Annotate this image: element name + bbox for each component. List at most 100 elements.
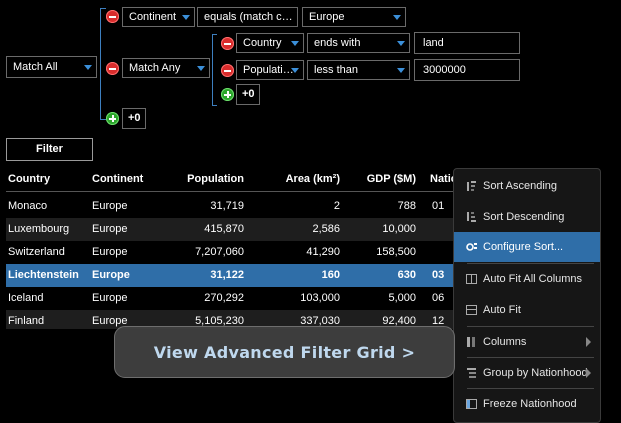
add-criterion-icon[interactable]: [106, 112, 119, 125]
menu-item-auto-fit[interactable]: Auto Fit: [454, 295, 600, 325]
table-row[interactable]: Luxembourg Europe 415,870 2,586 10,000: [6, 218, 461, 241]
remove-criterion-icon[interactable]: [106, 10, 119, 23]
table-row[interactable]: Switzerland Europe 7,207,060 41,290 158,…: [6, 241, 461, 264]
continent-operator-select[interactable]: equals (match c…: [197, 7, 298, 27]
cell-nationhood: 03: [432, 269, 445, 281]
menu-item-sort-ascending[interactable]: Sort Ascending: [454, 171, 600, 201]
chevron-down-icon: [84, 65, 92, 70]
population-value-input[interactable]: 3000000: [414, 59, 520, 81]
group-operator-value: Match Any: [129, 62, 181, 74]
remove-criterion-icon[interactable]: [221, 64, 234, 77]
root-operator-select[interactable]: Match All: [6, 56, 97, 78]
sort-ascending-icon: [467, 181, 476, 191]
menu-item-label: Sort Ascending: [483, 180, 557, 192]
remove-group-icon[interactable]: [106, 62, 119, 75]
advanced-filter-overlay[interactable]: View Advanced Filter Grid >: [114, 326, 455, 378]
menu-item-sort-descending[interactable]: Sort Descending: [454, 202, 600, 232]
group-operator-select[interactable]: Match Any: [122, 58, 210, 78]
menu-item-label: Auto Fit: [483, 304, 521, 316]
chevron-down-icon: [291, 68, 299, 73]
menu-item-group-by[interactable]: Group by Nationhood: [454, 358, 600, 388]
menu-item-configure-sort[interactable]: Configure Sort...: [454, 232, 600, 262]
root-add-count[interactable]: +0: [122, 108, 146, 129]
field-value: Country: [243, 37, 282, 49]
cell-nationhood: 01: [432, 200, 445, 212]
chevron-down-icon: [197, 66, 205, 71]
column-header-population[interactable]: Population: [156, 168, 244, 191]
cell-area: 160: [321, 269, 340, 281]
cell-gdp: 158,500: [376, 246, 416, 258]
filter-button[interactable]: Filter: [6, 138, 93, 161]
auto-fit-all-icon: [466, 274, 477, 284]
country-operator-select[interactable]: ends with: [307, 33, 410, 53]
freeze-icon: [466, 399, 477, 409]
cell-country: Monaco: [8, 200, 48, 212]
input-value: 3000000: [423, 64, 466, 76]
sort-descending-icon: [467, 212, 476, 222]
table-row[interactable]: Iceland Europe 270,292 103,000 5,000 06: [6, 287, 461, 310]
cell-continent: Europe: [92, 200, 128, 212]
cell-continent: Europe: [92, 269, 130, 281]
country-value-input[interactable]: land: [414, 32, 520, 54]
menu-item-label: Auto Fit All Columns: [483, 273, 583, 285]
chevron-down-icon: [291, 41, 299, 46]
chevron-down-icon: [393, 15, 401, 20]
cell-gdp: 5,000: [388, 292, 416, 304]
value-text: Europe: [309, 11, 345, 23]
group-bracket-bottom: [212, 105, 217, 106]
cell-gdp: 630: [397, 269, 416, 281]
field-value: Continent: [129, 11, 177, 23]
cell-nationhood: 06: [432, 292, 445, 304]
menu-item-freeze[interactable]: Freeze Nationhood: [454, 389, 600, 419]
chevron-down-icon: [182, 15, 190, 20]
input-value: land: [423, 37, 444, 49]
menu-item-label: Columns: [483, 336, 527, 348]
menu-item-columns[interactable]: Columns: [454, 327, 600, 357]
operator-value: ends with: [314, 37, 361, 49]
cell-population: 270,292: [204, 292, 244, 304]
continent-field-select[interactable]: Continent: [122, 7, 195, 27]
table-row[interactable]: Monaco Europe 31,719 2 788 01: [6, 195, 461, 218]
remove-criterion-icon[interactable]: [221, 37, 234, 50]
cell-area: 2,586: [312, 223, 340, 235]
column-header-country[interactable]: Country: [8, 168, 50, 191]
cell-continent: Europe: [92, 223, 128, 235]
header-divider: [6, 191, 461, 192]
root-bracket-top: [100, 8, 106, 9]
column-header-gdp[interactable]: GDP ($M): [346, 168, 416, 191]
cell-gdp: 788: [397, 200, 416, 212]
cell-country: Switzerland: [8, 246, 65, 258]
chevron-right-icon: [586, 368, 591, 378]
column-context-menu: Sort Ascending Sort Descending Configure…: [453, 168, 601, 423]
menu-item-auto-fit-all[interactable]: Auto Fit All Columns: [454, 264, 600, 294]
add-criterion-icon[interactable]: [221, 88, 234, 101]
country-field-select[interactable]: Country: [236, 33, 304, 53]
continent-value-select[interactable]: Europe: [302, 7, 406, 27]
cell-population: 415,870: [204, 223, 244, 235]
operator-value: less than: [314, 64, 359, 76]
field-value: Populati…: [243, 64, 294, 76]
cell-gdp: 10,000: [382, 223, 416, 235]
cell-country: Luxembourg: [8, 223, 70, 235]
group-icon: [467, 368, 476, 378]
column-header-area[interactable]: Area (km²): [256, 168, 340, 191]
population-field-select[interactable]: Populati…: [236, 60, 304, 80]
population-operator-select[interactable]: less than: [307, 60, 410, 80]
group-bracket-top: [212, 34, 217, 35]
data-grid: Country Continent Population Area (km²) …: [6, 168, 461, 329]
column-header-continent[interactable]: Continent: [92, 168, 143, 191]
configure-sort-icon: [466, 243, 477, 251]
menu-item-label: Sort Descending: [483, 211, 565, 223]
group-add-count[interactable]: +0: [236, 84, 260, 105]
group-bracket: [212, 34, 213, 106]
menu-item-label: Freeze Nationhood: [483, 398, 577, 410]
cell-population: 31,122: [210, 269, 244, 281]
root-operator-value: Match All: [13, 61, 58, 73]
chevron-down-icon: [397, 68, 405, 73]
overlay-label: View Advanced Filter Grid >: [153, 343, 416, 362]
auto-fit-icon: [466, 305, 477, 315]
cell-country: Finland: [8, 315, 45, 327]
table-row-selected[interactable]: Liechtenstein Europe 31,122 160 630 03: [6, 264, 461, 287]
grid-header: Country Continent Population Area (km²) …: [6, 168, 461, 191]
chevron-down-icon: [397, 41, 405, 46]
